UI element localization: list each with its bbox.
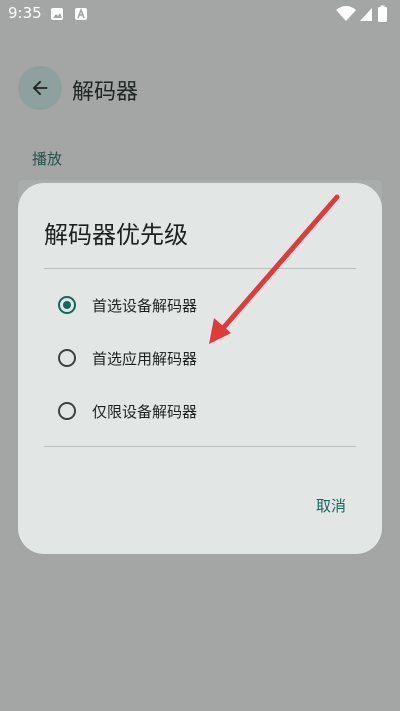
status-time: 9:35 [8,4,42,22]
option-prefer-app-decoder[interactable]: 首选应用解码器 [58,342,318,374]
section-label: 播放 [32,150,63,168]
option-label: 首选设备解码器 [92,296,198,315]
gallery-icon [51,8,63,20]
decoder-priority-dialog: 解码器优先级 首选设备解码器 首选应用解码器 仅限设备解码器 取消 [18,183,382,554]
battery-icon [378,7,387,22]
dialog-divider-top [44,268,356,269]
system-status-icons [336,5,387,22]
dialog-title: 解码器优先级 [44,221,188,249]
option-label: 首选应用解码器 [92,349,198,368]
radio-checked-icon[interactable] [58,296,76,314]
radio-unchecked-icon[interactable] [58,349,76,367]
option-prefer-device-decoder[interactable]: 首选设备解码器 [58,289,318,321]
option-device-decoder-only[interactable]: 仅限设备解码器 [58,395,318,427]
back-button[interactable] [18,66,62,110]
status-bar: 9:35 [0,0,400,28]
font-app-icon [75,7,87,20]
option-label: 仅限设备解码器 [92,402,198,421]
signal-icon [360,8,372,21]
wifi-icon [336,6,356,21]
radio-unchecked-icon[interactable] [58,402,76,420]
page-title: 解码器 [72,80,139,105]
dialog-divider-bottom [44,446,356,447]
arrow-left-icon [32,80,48,96]
cancel-button[interactable]: 取消 [310,491,352,520]
